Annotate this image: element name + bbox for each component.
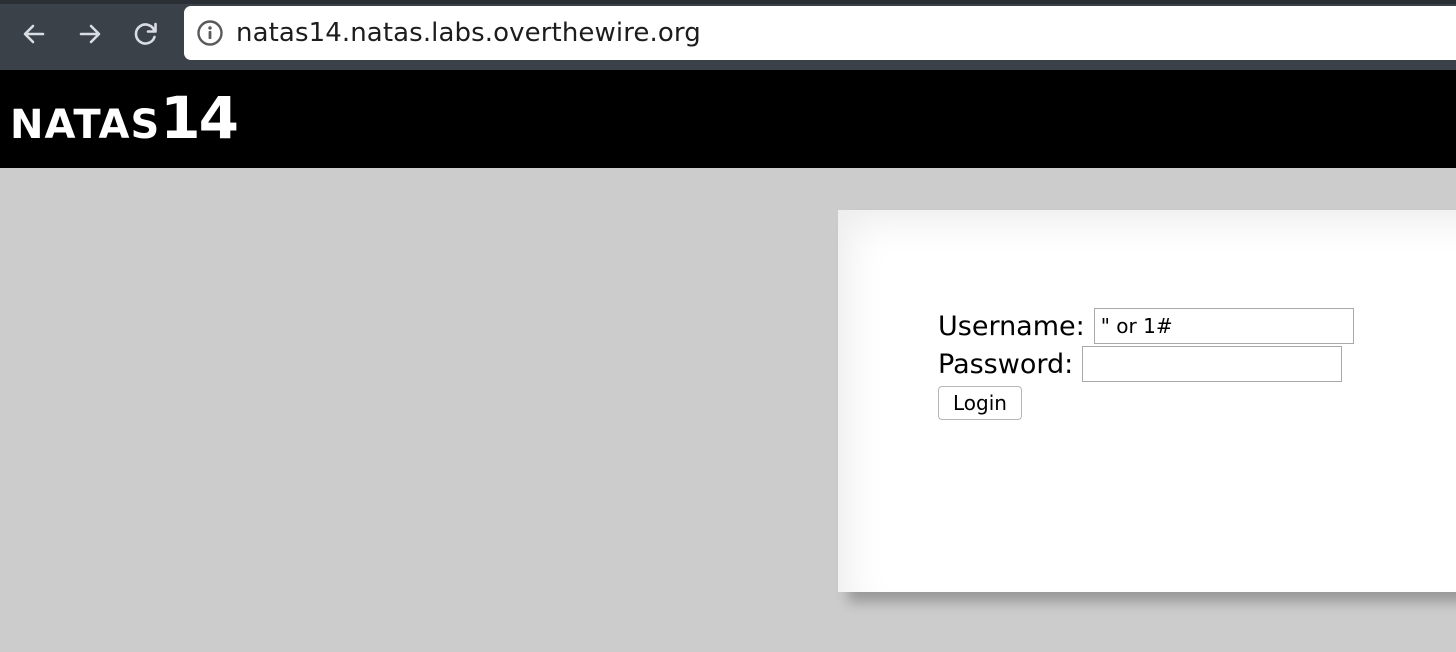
address-url[interactable]: natas14.natas.labs.overthewire.org xyxy=(236,18,701,48)
username-row: Username: xyxy=(938,308,1354,344)
username-label: Username: xyxy=(938,310,1085,342)
forward-button[interactable] xyxy=(70,14,110,54)
logo-number: 14 xyxy=(160,84,239,152)
info-icon[interactable] xyxy=(196,19,224,47)
site-header: NATAS14 xyxy=(0,70,1456,168)
password-input[interactable] xyxy=(1082,346,1343,382)
logo-word: NATAS xyxy=(10,102,161,148)
reload-icon xyxy=(134,22,157,45)
login-button[interactable]: Login xyxy=(938,386,1022,420)
password-row: Password: xyxy=(938,346,1343,382)
forward-arrow-icon xyxy=(79,24,101,44)
back-button[interactable] xyxy=(14,14,54,54)
password-label: Password: xyxy=(938,348,1074,380)
reload-button[interactable] xyxy=(126,14,166,54)
browser-toolbar: natas14.natas.labs.overthewire.org xyxy=(0,0,1456,70)
content-card: Username: Password: Login xyxy=(838,210,1456,592)
back-arrow-icon xyxy=(23,24,45,44)
address-bar[interactable]: natas14.natas.labs.overthewire.org xyxy=(184,6,1456,60)
site-logo: NATAS14 xyxy=(10,84,239,152)
username-input[interactable] xyxy=(1093,308,1354,344)
